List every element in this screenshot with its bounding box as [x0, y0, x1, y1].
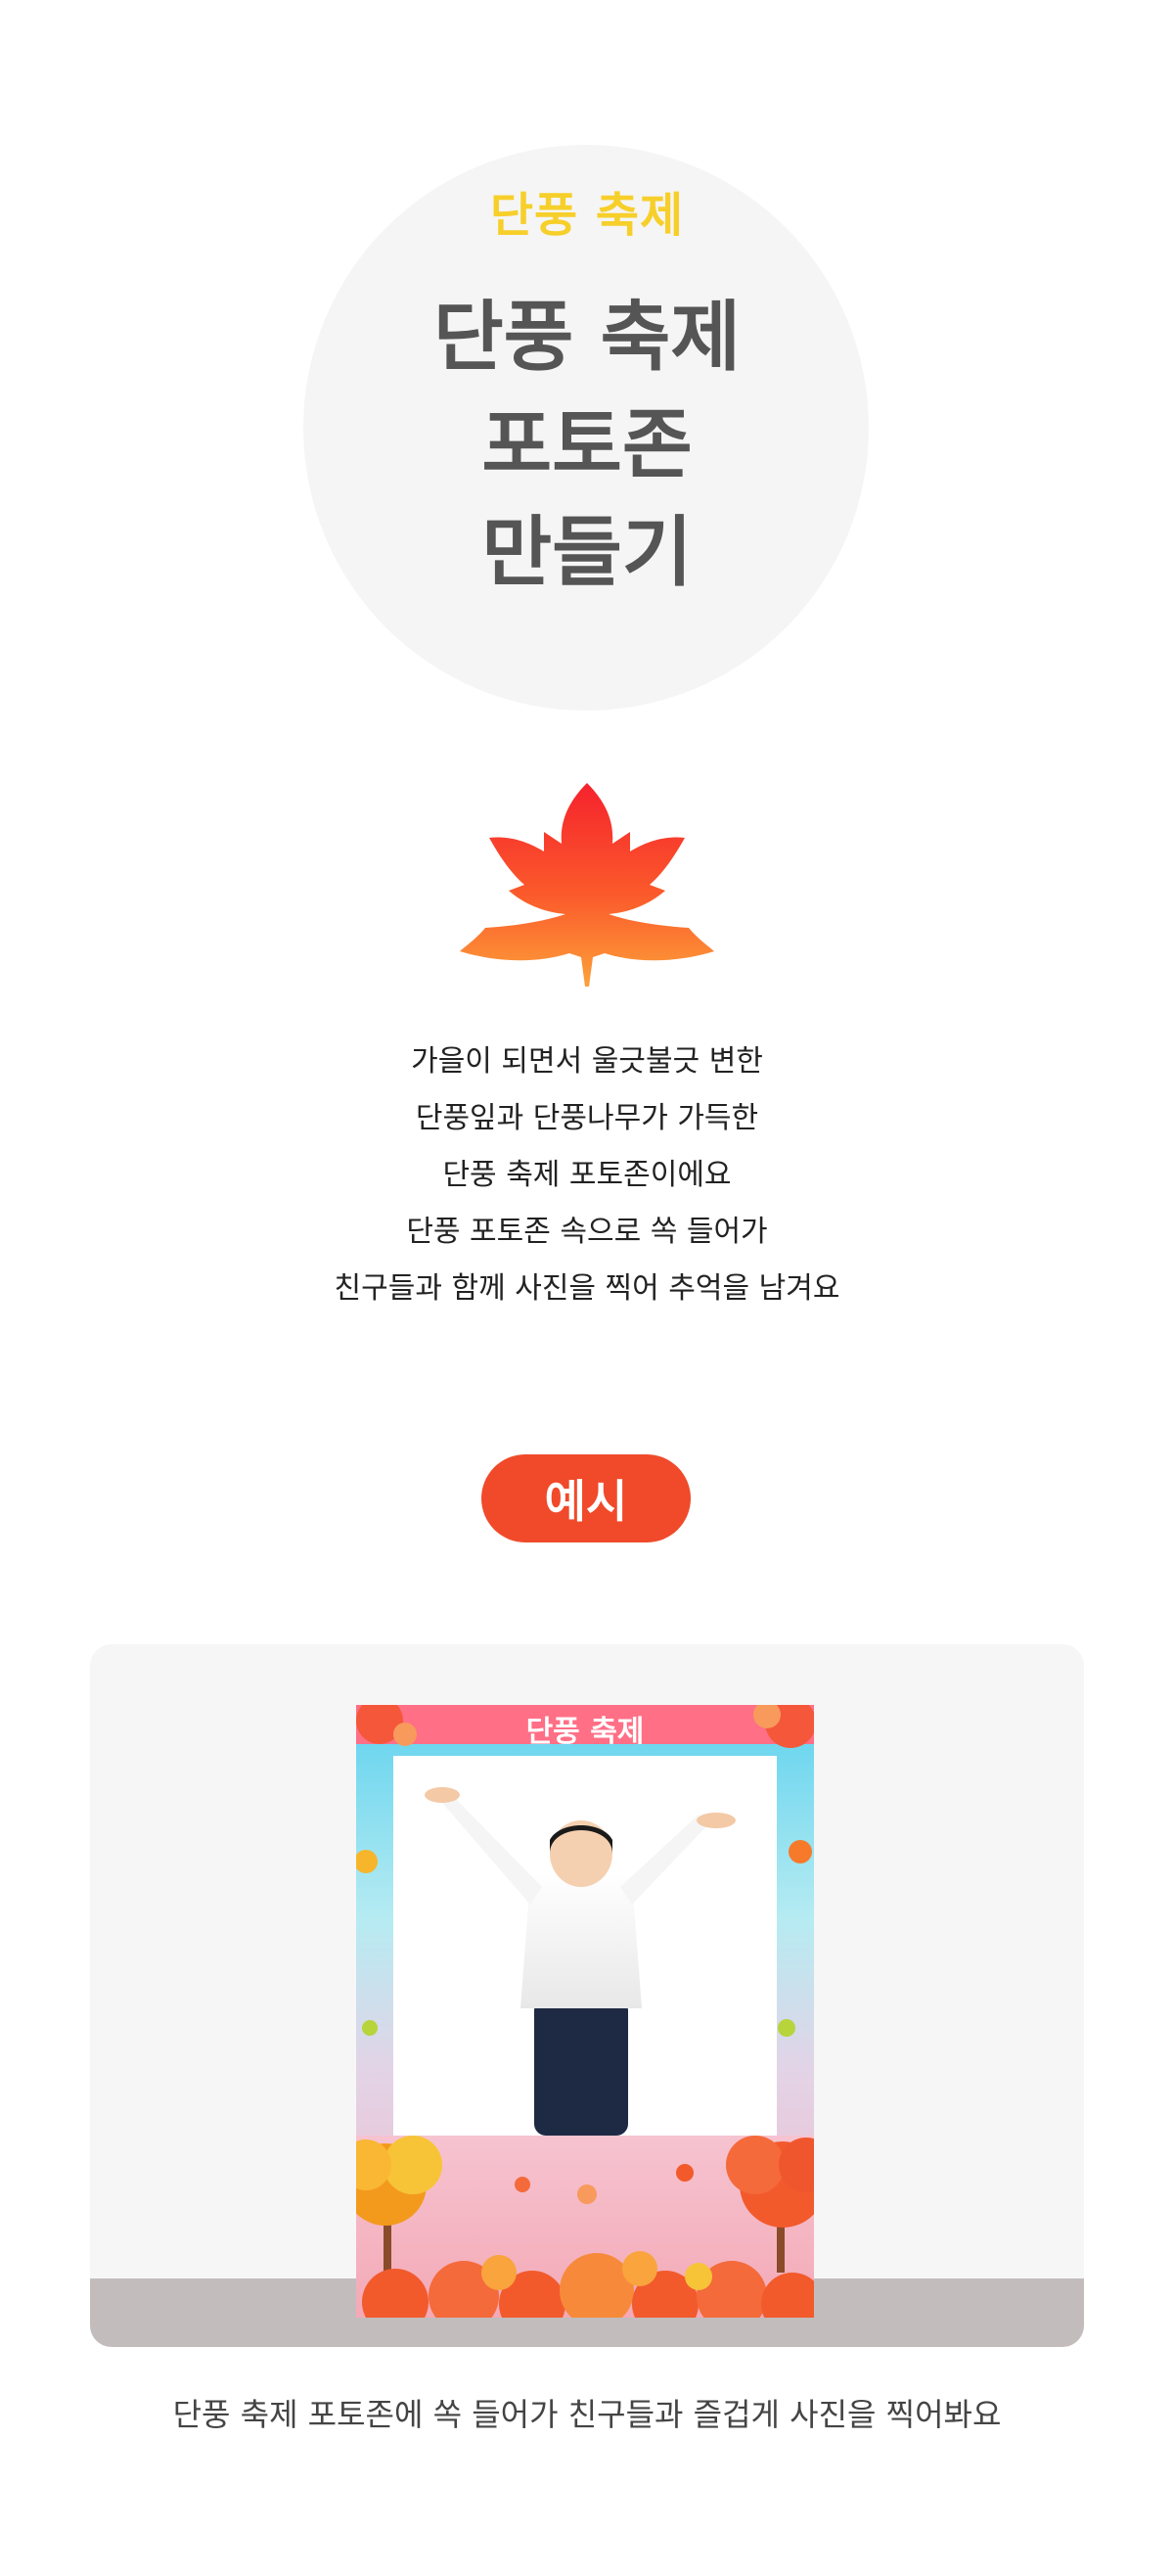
photo-zone-board: 단풍 축제 [356, 1705, 814, 2318]
description: 가을이 되면서 울긋불긋 변한 단풍잎과 단풍나무가 가득한 단풍 축제 포토존… [0, 1034, 1174, 1317]
maple-leaf-icon [458, 779, 716, 989]
description-line-4: 단풍 포토존 속으로 쏙 들어가 [406, 1215, 768, 1249]
example-panel: 단풍 축제 [90, 1644, 1084, 2347]
hero-title-line-2: 포토존 [481, 401, 693, 489]
example-caption: 단풍 축제 포토존에 쏙 들어가 친구들과 즐겁게 사진을 찍어봐요 [172, 2396, 1002, 2433]
board-title: 단풍 축제 [525, 1715, 645, 1749]
hero-title: 단풍 축제 포토존 만들기 [0, 284, 1174, 607]
description-line-5: 친구들과 함께 사진을 찍어 추억을 남겨요 [334, 1271, 840, 1306]
example-badge: 예시 [481, 1454, 691, 1542]
description-line-3: 단풍 축제 포토존이에요 [442, 1158, 732, 1192]
hero-title-line-1: 단풍 축제 [432, 294, 742, 382]
hero-kicker: 단풍 축제 [489, 188, 685, 243]
description-line-1: 가을이 되면서 울긋불긋 변한 [411, 1044, 763, 1079]
hero-title-line-3: 만들기 [481, 509, 693, 597]
description-line-2: 단풍잎과 단풍나무가 가득한 [415, 1101, 759, 1135]
